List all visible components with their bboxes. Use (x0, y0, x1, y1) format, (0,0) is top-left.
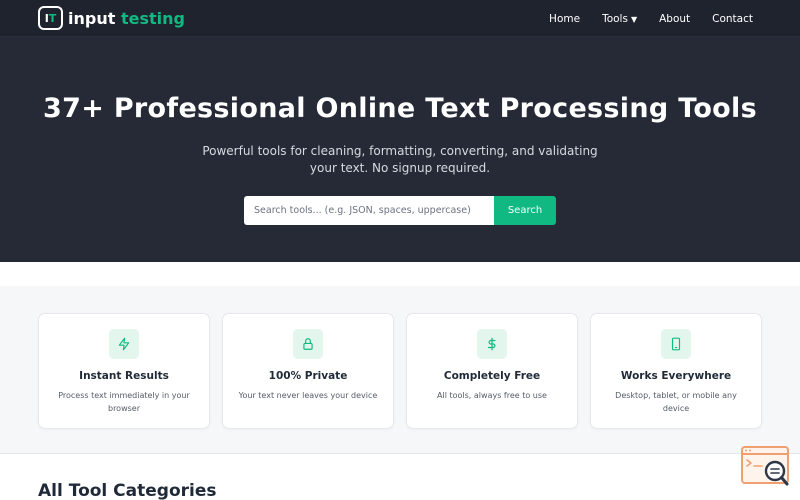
feature-card-instant: Instant Results Process text immediately… (38, 313, 210, 429)
nav-link-about[interactable]: About (659, 13, 690, 25)
search-input[interactable] (244, 196, 494, 225)
features-section: Instant Results Process text immediately… (0, 286, 800, 454)
site-logo[interactable]: IT input testing (38, 6, 185, 30)
feature-title: Works Everywhere (620, 370, 732, 382)
feature-desc: All tools, always free to use (437, 391, 547, 400)
mobile-icon (661, 329, 691, 359)
logo-text-main: input (68, 8, 116, 28)
nav-link-tools[interactable]: Tools ▼ (602, 13, 637, 25)
feature-card-free: Completely Free All tools, always free t… (406, 313, 578, 429)
floating-helper-widget[interactable] (741, 446, 791, 488)
feature-card-everywhere: Works Everywhere Desktop, tablet, or mob… (590, 313, 762, 429)
caret-down-icon: ▼ (630, 14, 638, 24)
nav-menu: Home Tools ▼ About Contact (549, 0, 753, 37)
feature-title: 100% Private (268, 370, 348, 382)
hero-subtitle: Powerful tools for cleaning, formatting,… (202, 144, 598, 175)
lightning-icon (109, 329, 139, 359)
feature-card-private: 100% Private Your text never leaves your… (222, 313, 394, 429)
logo-text: input testing (68, 9, 185, 28)
feature-title: Instant Results (79, 370, 169, 382)
navbar: IT input testing Home Tools ▼ About Conta… (0, 0, 800, 37)
search-form: Search (244, 196, 556, 225)
nav-link-contact[interactable]: Contact (712, 13, 753, 25)
nav-link-tools-label: Tools (602, 12, 628, 25)
hero-title: 37+ Professional Online Text Processing … (43, 93, 757, 124)
feature-desc: Your text never leaves your device (238, 391, 378, 400)
search-button[interactable]: Search (494, 196, 556, 225)
feature-desc: Desktop, tablet, or mobile any device (615, 391, 737, 413)
feature-title: Completely Free (443, 370, 541, 382)
feature-desc: Process text immediately in your browser (58, 391, 190, 413)
hero-section: 37+ Professional Online Text Processing … (0, 37, 800, 262)
window-search-icon (741, 446, 789, 486)
logo-mark: IT (38, 6, 63, 30)
nav-link-home[interactable]: Home (549, 13, 580, 25)
categories-heading: All Tool Categories (38, 481, 217, 500)
logo-text-accent: testing (120, 8, 185, 28)
dollar-icon (477, 329, 507, 359)
logo-mark-t: T (48, 11, 57, 25)
lock-icon (293, 329, 323, 359)
